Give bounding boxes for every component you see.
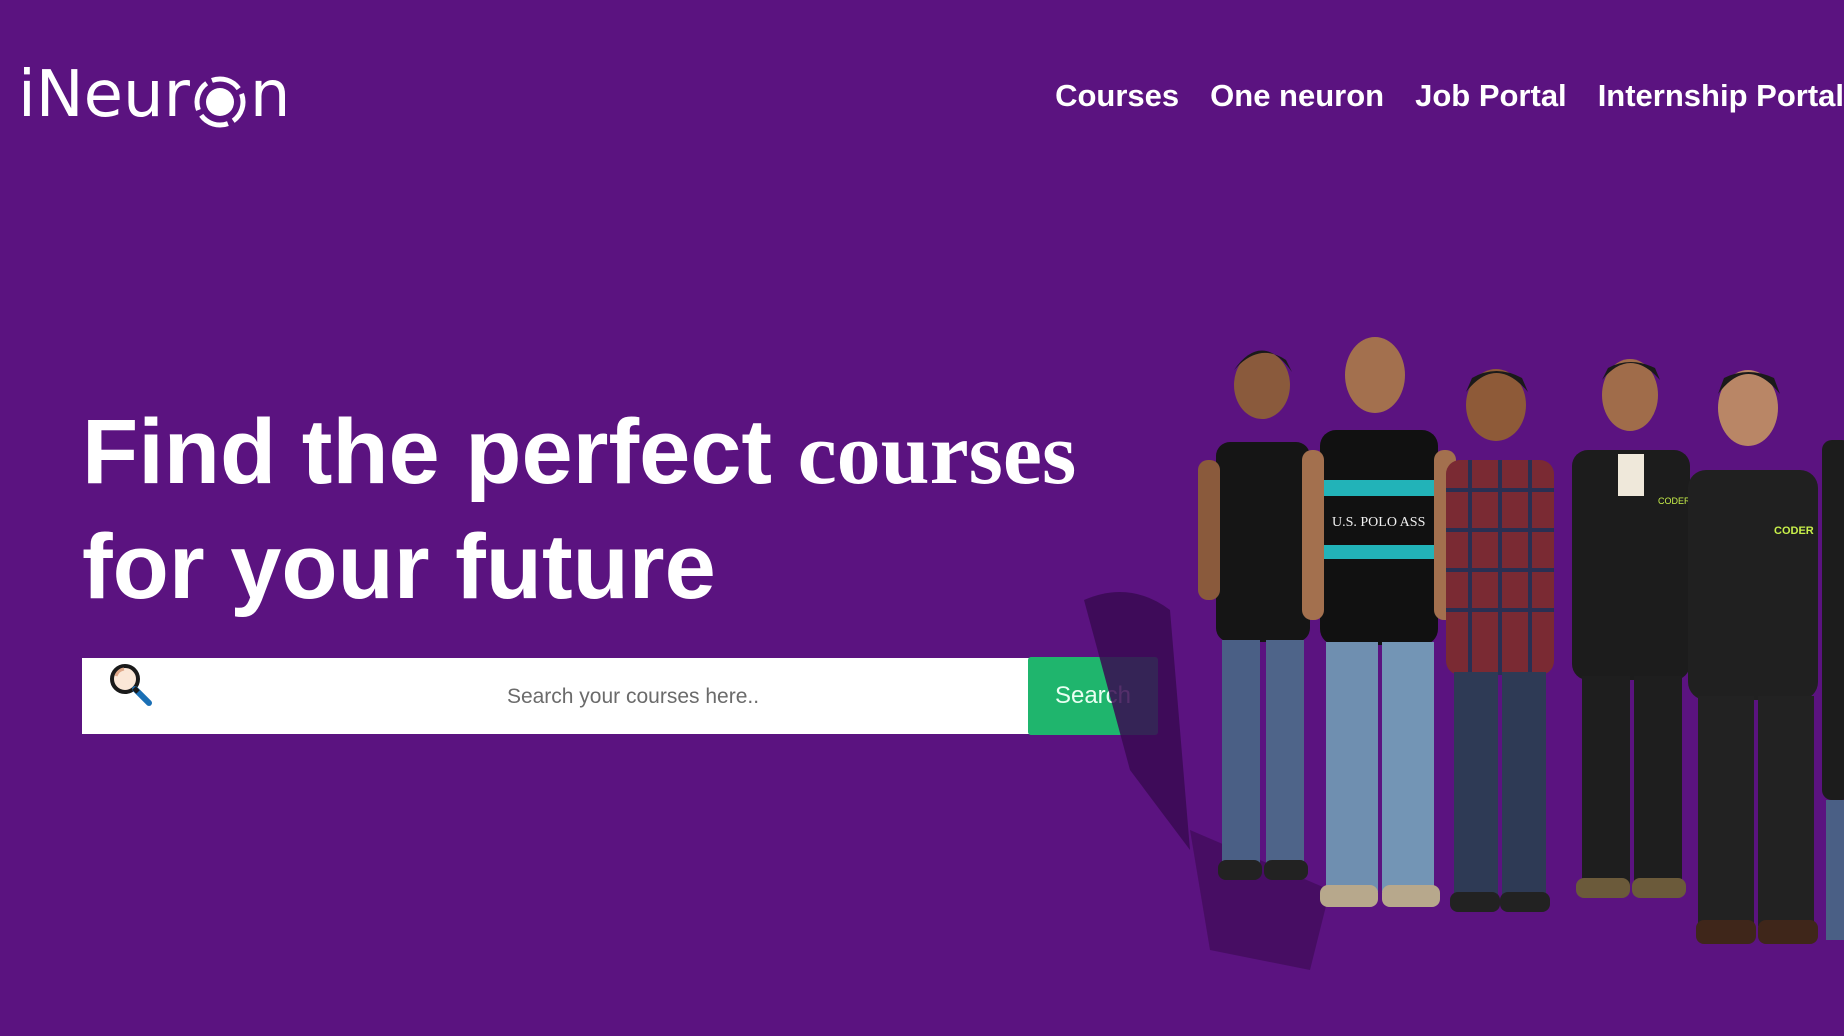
person-2: U.S. POLO ASS bbox=[1302, 337, 1456, 907]
search-input[interactable] bbox=[158, 658, 1108, 736]
logo-ring-icon bbox=[193, 71, 247, 128]
ineuron-logo[interactable]: iNeur n bbox=[18, 54, 290, 136]
person-5: CODER bbox=[1688, 370, 1818, 944]
team-photo: U.S. POLO ASS CODER CODER bbox=[1084, 337, 1844, 970]
logo-text-end: n bbox=[249, 58, 291, 132]
search-field-container: Search bbox=[82, 657, 1158, 736]
main-nav: Courses One neuron Job Portal Internship… bbox=[1024, 78, 1844, 114]
nav-one-neuron[interactable]: One neuron bbox=[1210, 78, 1384, 114]
shirt-text-coder-1: CODER bbox=[1658, 496, 1691, 506]
landing-page: iNeur n Courses One neuron Job Portal In… bbox=[0, 0, 1844, 1036]
hero-heading: Find the perfect courses for your future bbox=[82, 396, 1076, 623]
hero-heading-line2: for your future bbox=[82, 516, 716, 618]
logo-text-start: iNeur bbox=[18, 58, 190, 132]
nav-job-portal[interactable]: Job Portal bbox=[1415, 78, 1567, 114]
course-search-bar: Search bbox=[82, 657, 1158, 736]
hero-heading-part1: Find the perfect bbox=[82, 401, 798, 503]
shirt-text-polo: U.S. POLO ASS bbox=[1332, 515, 1425, 530]
search-icon bbox=[106, 660, 154, 708]
person-3 bbox=[1446, 369, 1554, 912]
person-6 bbox=[1822, 440, 1844, 940]
hero-heading-courses: courses bbox=[797, 406, 1077, 503]
person-4: CODER bbox=[1572, 359, 1691, 898]
nav-internship-portal[interactable]: Internship Portal bbox=[1598, 78, 1844, 114]
shirt-text-coder-2: CODER bbox=[1774, 525, 1814, 537]
nav-courses[interactable]: Courses bbox=[1055, 78, 1179, 114]
